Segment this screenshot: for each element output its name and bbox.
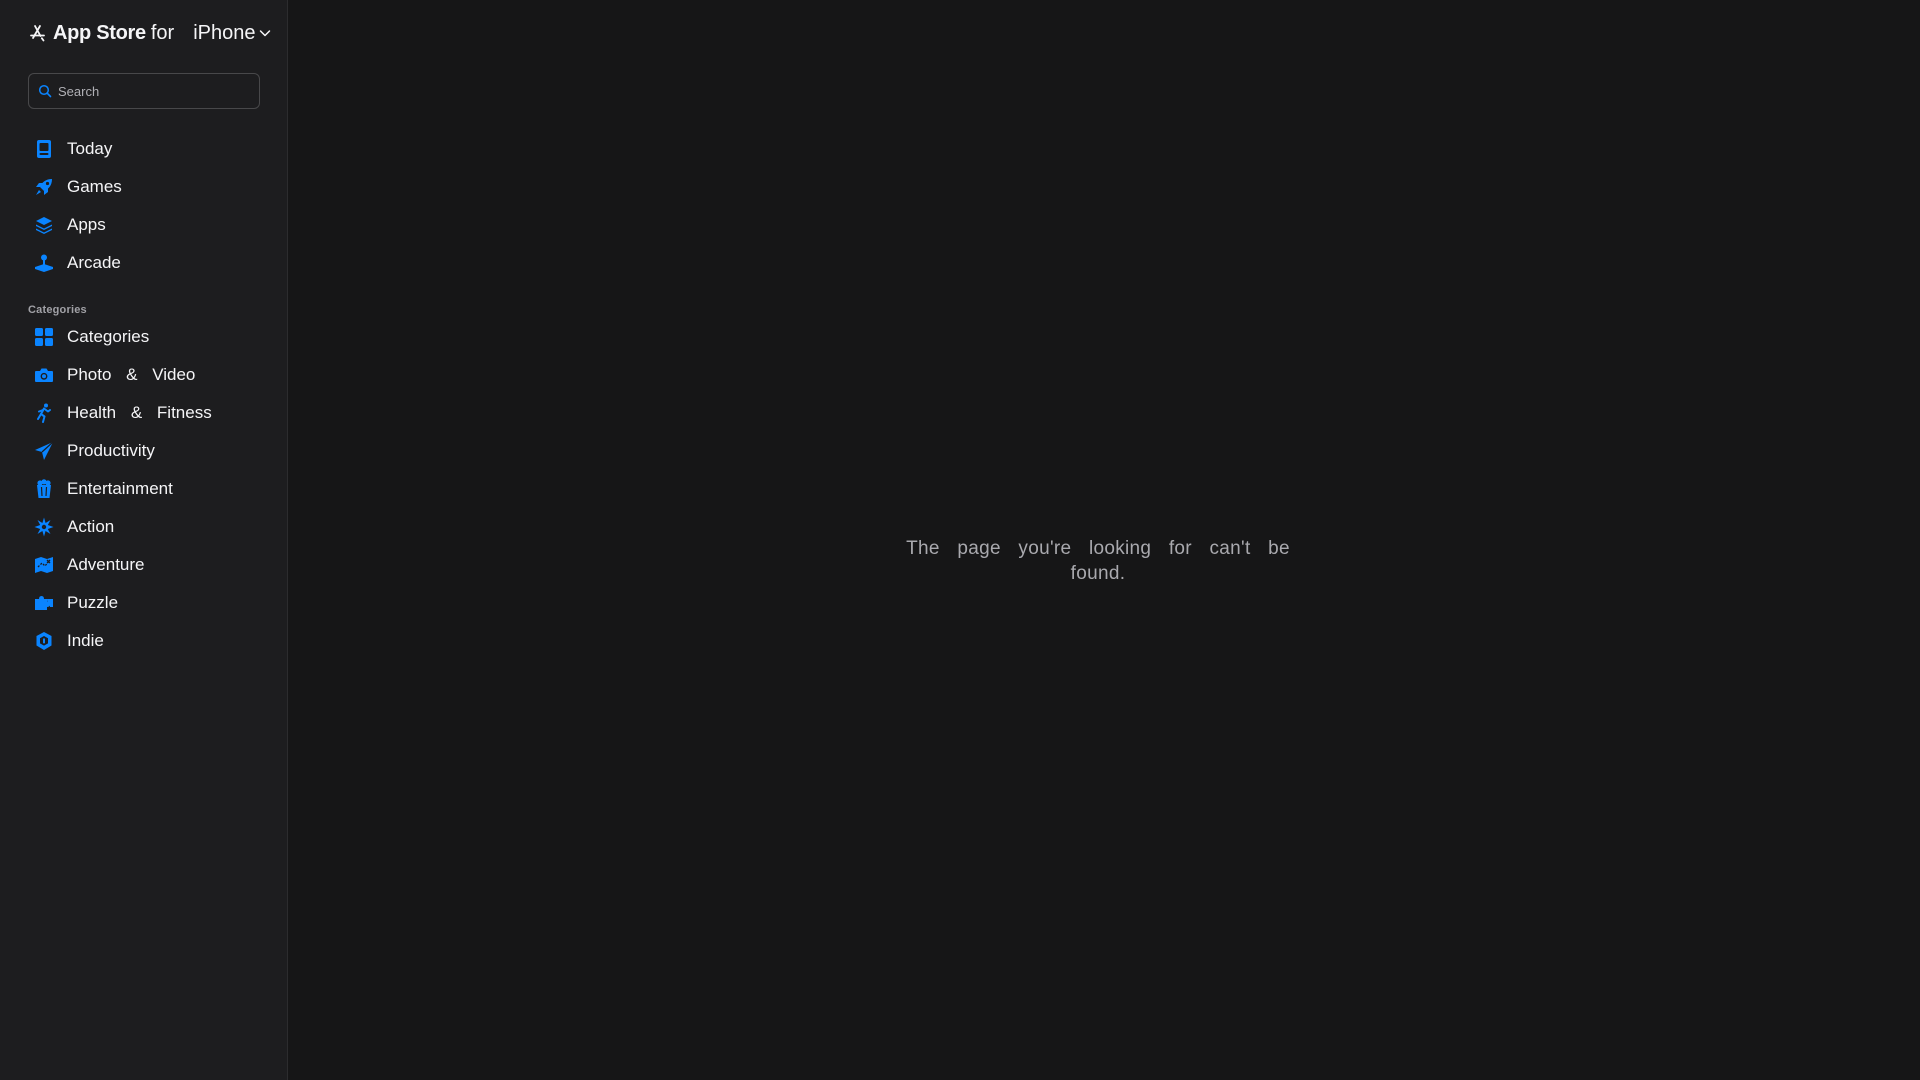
sidebar-item-label: Health & Fitness	[67, 403, 212, 422]
sidebar-item-label: Adventure	[67, 555, 145, 574]
primary-nav: Today Games Apps Arcade	[28, 130, 260, 282]
indie-icon	[34, 631, 54, 651]
rocket-icon	[34, 177, 54, 197]
sidebar-item-label: Indie	[67, 631, 104, 650]
sidebar-item-label: Entertainment	[67, 479, 173, 498]
sidebar-item-label: Categories	[67, 327, 150, 346]
sidebar-item-label: Productivity	[67, 441, 155, 460]
nav-item-today[interactable]: Today	[28, 130, 260, 168]
sidebar-item-entertainment[interactable]: Entertainment	[28, 470, 260, 508]
sidebar-item-categories[interactable]: Categories	[28, 318, 260, 356]
nav-item-games[interactable]: Games	[28, 168, 260, 206]
nav-item-apps[interactable]: Apps	[28, 206, 260, 244]
search-box[interactable]	[28, 73, 260, 109]
sidebar-item-health-fitness[interactable]: Health & Fitness	[28, 394, 260, 432]
sidebar-item-indie[interactable]: Indie	[28, 622, 260, 660]
map-icon	[34, 555, 54, 575]
running-icon	[34, 403, 54, 423]
nav-item-label: Apps	[67, 215, 106, 234]
sidebar: App Store for iPhone Search Today Games …	[0, 0, 288, 1080]
sidebar-item-photo-video[interactable]: Photo & Video	[28, 356, 260, 394]
burst-icon	[34, 517, 54, 537]
main-content: The page you're looking for can't be fou…	[288, 0, 1920, 1080]
nav-item-label: Games	[67, 177, 122, 196]
sidebar-item-adventure[interactable]: Adventure	[28, 546, 260, 584]
sidebar-item-puzzle[interactable]: Puzzle	[28, 584, 260, 622]
platform-selector[interactable]: iPhone	[193, 22, 271, 45]
nav-item-label: Today	[67, 139, 113, 158]
not-found-message: The page you're looking for can't be fou…	[906, 538, 1290, 584]
brand-header: App Store for iPhone	[28, 20, 271, 46]
today-icon	[34, 139, 54, 159]
nav-item-arcade[interactable]: Arcade	[28, 244, 260, 282]
chevron-down-icon	[259, 27, 271, 39]
sidebar-item-label: Photo & Video	[67, 365, 196, 384]
sidebar-item-label: Puzzle	[67, 593, 119, 612]
popcorn-icon	[34, 479, 54, 499]
search-icon	[38, 84, 52, 98]
puzzle-icon	[34, 593, 54, 613]
layers-icon	[34, 215, 54, 235]
sidebar-item-productivity[interactable]: Productivity	[28, 432, 260, 470]
platform-label: iPhone	[193, 21, 256, 44]
paper-plane-icon	[34, 441, 54, 461]
grid-icon	[34, 327, 54, 347]
joystick-icon	[34, 253, 54, 273]
sidebar-item-label: Action	[67, 517, 115, 536]
brand-for: for	[150, 21, 175, 44]
nav-item-label: Arcade	[67, 253, 121, 272]
search-input[interactable]	[58, 83, 259, 99]
app-store-icon	[28, 23, 48, 43]
brand-name[interactable]: App Store	[53, 22, 146, 45]
sidebar-item-action[interactable]: Action	[28, 508, 260, 546]
categories-nav: Categories Photo & Video Health & Fitnes…	[28, 318, 260, 660]
app-window: App Store for iPhone Search Today Games …	[0, 0, 1920, 1080]
camera-icon	[34, 365, 54, 385]
categories-section-label: Categories	[28, 304, 87, 316]
